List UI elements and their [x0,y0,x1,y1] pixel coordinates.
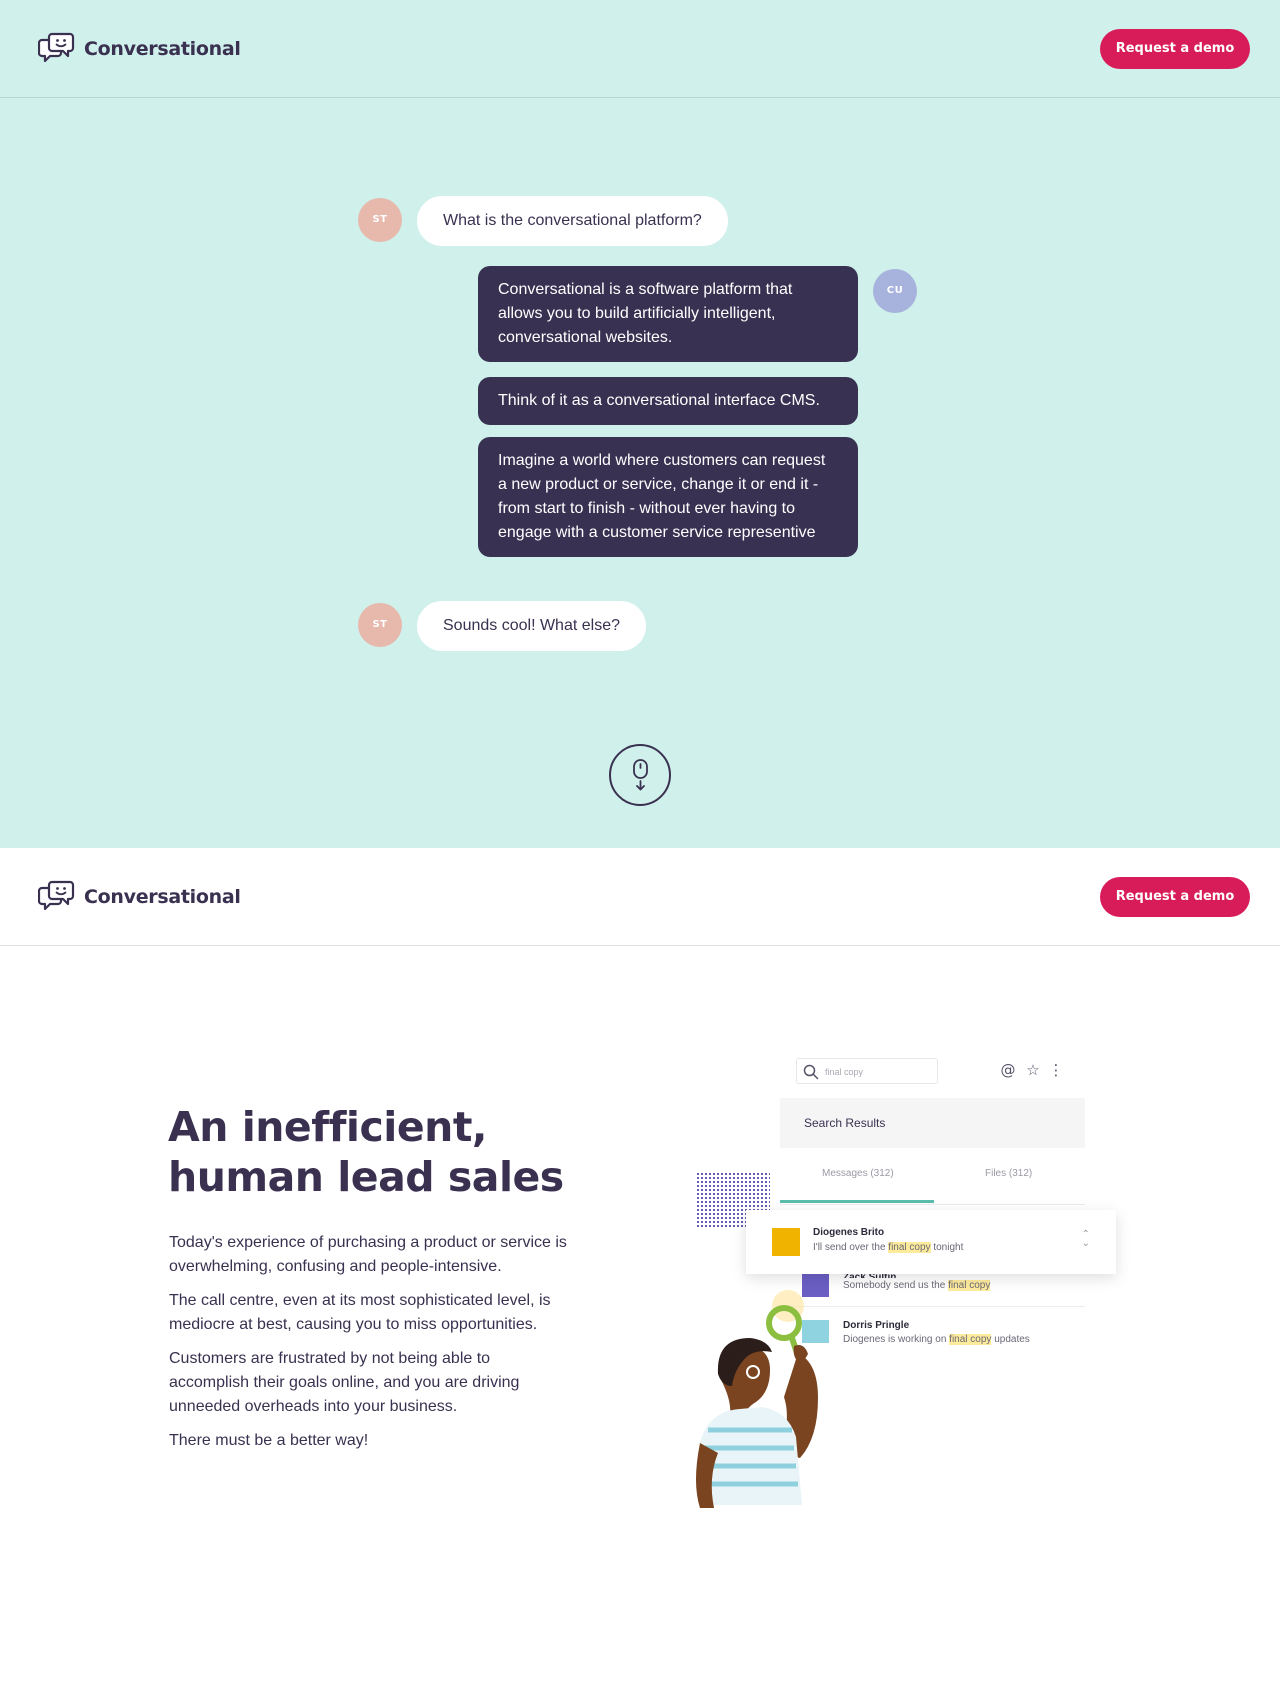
result-snippet: Diogenes is working on final copy update… [843,1334,1030,1345]
brand-name: Conversational [84,38,241,60]
chevron-updown-icon: ⌃ ⌄ [1081,1229,1090,1249]
section-headline: An inefficient, human lead sales [168,1102,668,1202]
brand-logo-link[interactable]: Conversational [38,878,241,916]
chat-bubble-bot: Think of it as a conversational interfac… [478,377,858,425]
search-icon [803,1064,819,1080]
headline-line-1: An inefficient, [168,1103,488,1151]
body-paragraph: There must be a better way! [169,1432,369,1449]
mock-tab-files: Files (312) [985,1168,1033,1179]
logo-icon [38,32,75,63]
body-paragraph: The call centre, even at its most sophis… [169,1292,551,1333]
result-card-selected[interactable]: Diogenes Brito I'll send over the final … [746,1210,1116,1274]
star-icon: ☆ [1026,1061,1040,1079]
hero-section: Conversational Request a demo ST What is… [0,0,1280,848]
result-name: Diogenes Brito [813,1227,885,1238]
headline-line-2: human lead sales [168,1153,564,1201]
more-icon: ⋮ [1048,1061,1064,1079]
avatar-st: ST [358,198,402,242]
mouse-scroll-icon [633,759,648,791]
search-illustration: final copy @ ☆ ⋮ Search Results Messages… [690,1048,1130,1508]
mock-tab-messages: Messages (312) [822,1168,894,1179]
sticky-nav: Conversational Request a demo [0,848,1280,946]
top-nav: Conversational Request a demo [0,0,1280,98]
mock-search-field: final copy [796,1058,938,1084]
avatar-cu: CU [873,269,917,313]
request-demo-button[interactable]: Request a demo [1100,877,1250,917]
chat-bubble-bot: Imagine a world where customers can requ… [478,437,858,557]
body-paragraph: Customers are frustrated by not being ab… [169,1350,520,1415]
at-icon: @ [1000,1061,1016,1079]
mock-search-text: final copy [825,1067,864,1077]
divider [780,1204,1085,1205]
result-snippet: Somebody send us the final copy [843,1280,991,1291]
avatar-st: ST [358,603,402,647]
brand-name: Conversational [84,886,241,908]
body-paragraph: Today's experience of purchasing a produ… [169,1234,567,1275]
mock-tab-underline [780,1200,934,1203]
chat-bubble-user: What is the conversational platform? [417,196,728,246]
result-thumbnail [772,1228,800,1256]
problem-section: Conversational Request a demo An ineffic… [0,848,1280,1700]
scroll-down-button[interactable] [609,744,671,806]
mock-results-header: Search Results [780,1098,1085,1148]
result-snippet: I'll send over the final copy tonight [813,1242,964,1253]
person-magnifier-illustration [696,1290,818,1508]
chat-bubble-user: Sounds cool! What else? [417,601,646,651]
section-body: Today's experience of purchasing a produ… [169,1231,569,1463]
logo-icon [38,880,75,911]
chat-bubble-bot: Conversational is a software platform th… [478,266,858,362]
brand-logo-link[interactable]: Conversational [38,30,241,68]
request-demo-button[interactable]: Request a demo [1100,29,1250,69]
